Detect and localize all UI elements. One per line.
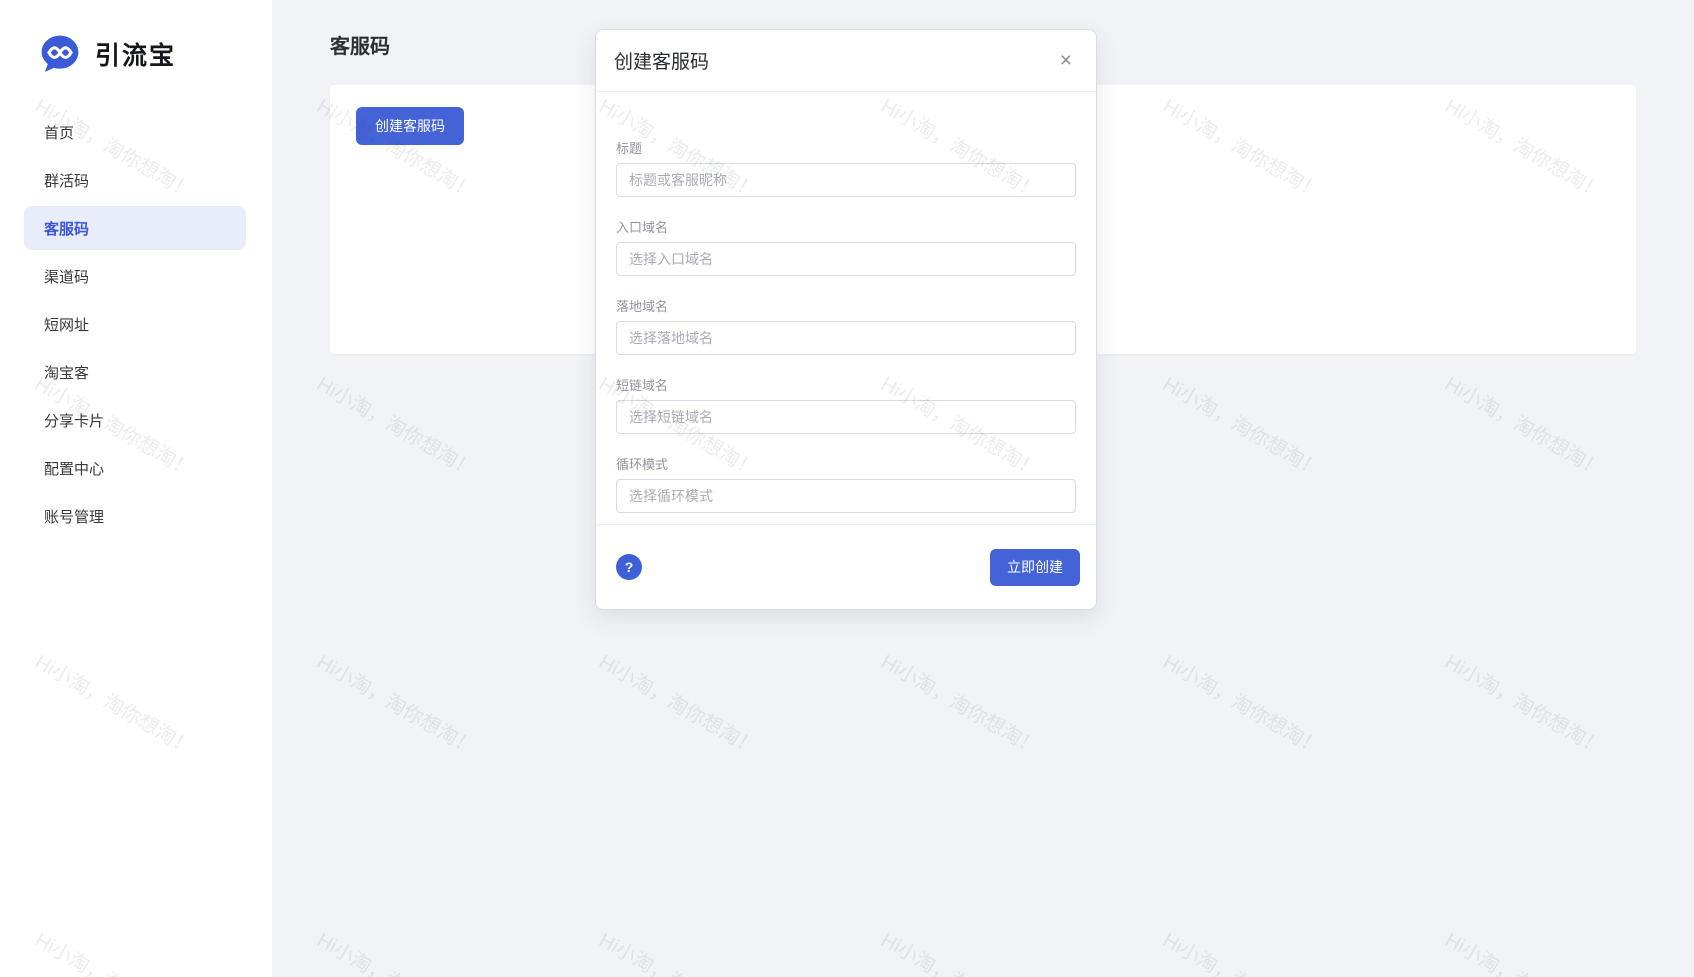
modal-form: 标题入口域名落地域名短链域名循环模式 xyxy=(596,92,1096,513)
sidebar-item-group-live-code[interactable]: 群活码 xyxy=(24,158,246,202)
landing-domain-label: 落地域名 xyxy=(616,296,1076,315)
sidebar-item-taobao-ke[interactable]: 淘宝客 xyxy=(24,350,246,394)
sidebar-item-label: 首页 xyxy=(44,122,74,143)
create-service-code-button[interactable]: 创建客服码 xyxy=(356,107,464,145)
sidebar-item-account-management[interactable]: 账号管理 xyxy=(24,494,246,538)
form-group-entry-domain: 入口域名 xyxy=(616,217,1076,276)
form-group-loop-mode: 循环模式 xyxy=(616,454,1076,513)
entry-domain-label: 入口域名 xyxy=(616,217,1076,236)
submit-create-button[interactable]: 立即创建 xyxy=(990,549,1080,586)
create-service-code-modal: 创建客服码 × 标题入口域名落地域名短链域名循环模式 ? 立即创建 xyxy=(595,29,1097,610)
title-input[interactable] xyxy=(616,163,1076,197)
title-label: 标题 xyxy=(616,138,1076,157)
help-icon[interactable]: ? xyxy=(616,554,642,580)
sidebar-item-channel-code[interactable]: 渠道码 xyxy=(24,254,246,298)
sidebar-nav: 首页群活码客服码渠道码短网址淘宝客分享卡片配置中心账号管理 xyxy=(0,110,272,538)
form-group-landing-domain: 落地域名 xyxy=(616,296,1076,355)
sidebar-item-short-url[interactable]: 短网址 xyxy=(24,302,246,346)
sidebar: 引流宝 首页群活码客服码渠道码短网址淘宝客分享卡片配置中心账号管理 xyxy=(0,0,272,977)
chat-bubble-braid-icon xyxy=(38,32,82,76)
sidebar-item-service-code[interactable]: 客服码 xyxy=(24,206,246,250)
sidebar-item-label: 渠道码 xyxy=(44,266,89,287)
sidebar-item-label: 短网址 xyxy=(44,314,89,335)
short-link-domain-input[interactable] xyxy=(616,400,1076,434)
entry-domain-input[interactable] xyxy=(616,242,1076,276)
close-icon[interactable]: × xyxy=(1060,50,1072,71)
sidebar-item-label: 分享卡片 xyxy=(44,410,104,431)
sidebar-item-config-center[interactable]: 配置中心 xyxy=(24,446,246,490)
modal-header: 创建客服码 × xyxy=(596,30,1096,92)
loop-mode-input[interactable] xyxy=(616,479,1076,513)
sidebar-item-label: 淘宝客 xyxy=(44,362,89,383)
sidebar-item-label: 客服码 xyxy=(44,218,89,239)
form-group-short-link-domain: 短链域名 xyxy=(616,375,1076,434)
form-group-title: 标题 xyxy=(616,138,1076,197)
modal-footer: ? 立即创建 xyxy=(596,524,1096,609)
sidebar-item-share-card[interactable]: 分享卡片 xyxy=(24,398,246,442)
brand: 引流宝 xyxy=(0,0,272,76)
sidebar-item-label: 配置中心 xyxy=(44,458,104,479)
sidebar-item-label: 群活码 xyxy=(44,170,89,191)
sidebar-item-home[interactable]: 首页 xyxy=(24,110,246,154)
loop-mode-label: 循环模式 xyxy=(616,454,1076,473)
landing-domain-input[interactable] xyxy=(616,321,1076,355)
sidebar-item-label: 账号管理 xyxy=(44,506,104,527)
modal-title: 创建客服码 xyxy=(614,47,709,74)
brand-name: 引流宝 xyxy=(95,36,176,72)
short-link-domain-label: 短链域名 xyxy=(616,375,1076,394)
